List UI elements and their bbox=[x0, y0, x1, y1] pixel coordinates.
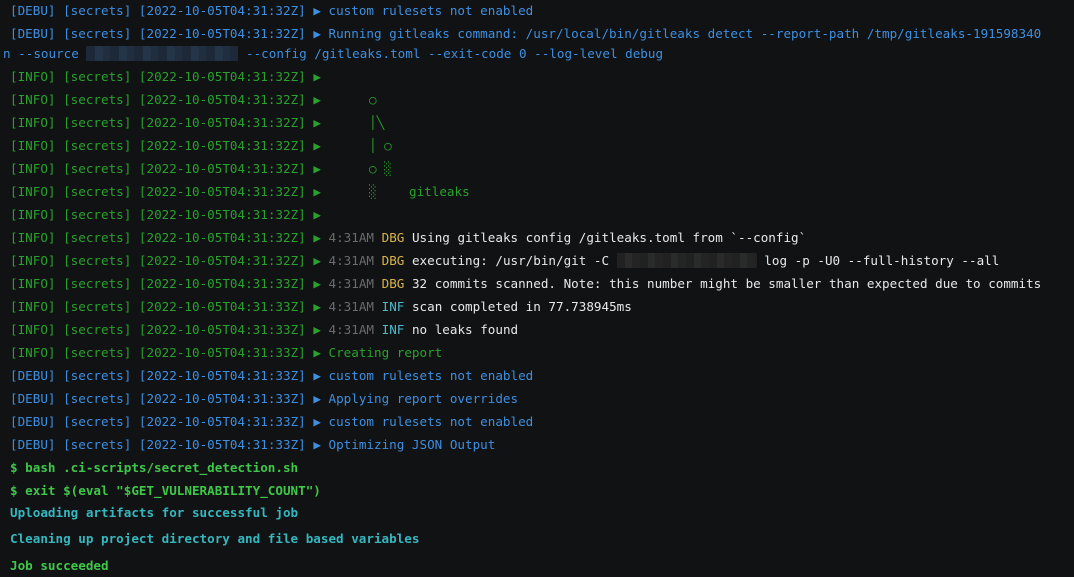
arrow-icon: ▶ bbox=[313, 161, 321, 176]
arrow-icon: ▶ bbox=[313, 345, 321, 360]
gitleaks-logo-row: │ ○ bbox=[369, 138, 392, 153]
log-prefix: [DEBU] [secrets] bbox=[10, 3, 132, 18]
arrow-icon: ▶ bbox=[313, 26, 321, 41]
arrow-icon: ▶ bbox=[313, 391, 321, 406]
arrow-icon: ▶ bbox=[313, 3, 321, 18]
arrow-icon: ▶ bbox=[313, 322, 321, 337]
arrow-icon: ▶ bbox=[313, 184, 321, 199]
log-line: [INFO] [secrets] [2022-10-05T04:31:32Z] … bbox=[10, 253, 1000, 268]
gitleaks-logo-text: gitleaks bbox=[409, 184, 470, 199]
log-line: [INFO] [secrets] [2022-10-05T04:31:32Z] … bbox=[10, 207, 321, 222]
log-message: n --source bbox=[3, 46, 79, 61]
log-line: [INFO] [secrets] [2022-10-05T04:31:33Z] … bbox=[10, 276, 1042, 291]
log-line: [DEBU] [secrets] [2022-10-05T04:31:33Z] … bbox=[10, 437, 496, 452]
log-line: [INFO] [secrets] [2022-10-05T04:31:32Z] … bbox=[10, 230, 807, 245]
log-line: [INFO] [secrets] [2022-10-05T04:31:33Z] … bbox=[10, 299, 632, 314]
log-timestamp: [2022-10-05T04:31:32Z] bbox=[138, 3, 306, 18]
arrow-icon: ▶ bbox=[313, 115, 321, 130]
log-timestamp: [2022-10-05T04:31:32Z] bbox=[138, 26, 306, 41]
log-line: [INFO] [secrets] [2022-10-05T04:31:33Z] … bbox=[10, 345, 443, 360]
log-message: --config /gitleaks.toml --exit-code 0 --… bbox=[246, 46, 664, 61]
log-line: [DEBU] [secrets] [2022-10-05T04:31:33Z] … bbox=[10, 414, 534, 429]
terminal-log: [DEBU] [secrets] [2022-10-05T04:31:32Z] … bbox=[0, 0, 1074, 577]
arrow-icon: ▶ bbox=[313, 276, 321, 291]
arrow-icon: ▶ bbox=[313, 299, 321, 314]
log-line: [INFO] [secrets] [2022-10-05T04:31:32Z] … bbox=[10, 161, 321, 176]
log-line: [INFO] [secrets] [2022-10-05T04:31:32Z] … bbox=[10, 184, 321, 199]
arrow-icon: ▶ bbox=[313, 368, 321, 383]
log-message: custom rulesets not enabled bbox=[328, 3, 534, 18]
arrow-icon: ▶ bbox=[313, 437, 321, 452]
job-status: Job succeeded bbox=[10, 558, 109, 573]
arrow-icon: ▶ bbox=[313, 253, 321, 268]
log-line-continued: n --source --config /gitleaks.toml --exi… bbox=[3, 46, 1074, 62]
arrow-icon: ▶ bbox=[313, 414, 321, 429]
arrow-icon: ▶ bbox=[313, 138, 321, 153]
gitleaks-logo-row: ○ ░ bbox=[369, 161, 392, 176]
gitleaks-logo-row: ░ bbox=[369, 184, 377, 199]
log-line: [INFO] [secrets] [2022-10-05T04:31:33Z] … bbox=[10, 322, 519, 337]
arrow-icon: ▶ bbox=[313, 69, 321, 84]
log-message: Running gitleaks command: /usr/local/bin… bbox=[328, 26, 1042, 41]
log-line: [DEBU] [secrets] [2022-10-05T04:31:33Z] … bbox=[10, 368, 534, 383]
log-line: [DEBU] [secrets] [2022-10-05T04:31:33Z] … bbox=[10, 391, 519, 406]
section-header: Uploading artifacts for successful job bbox=[10, 505, 299, 520]
log-line: [INFO] [secrets] [2022-10-05T04:31:32Z] … bbox=[10, 92, 321, 107]
log-line: [INFO] [secrets] [2022-10-05T04:31:32Z] … bbox=[10, 115, 321, 130]
log-line: [DEBU] [secrets] [2022-10-05T04:31:32Z] … bbox=[10, 26, 1074, 42]
gitleaks-logo-row: ○ bbox=[369, 92, 377, 107]
shell-command: $ bash .ci-scripts/secret_detection.sh bbox=[10, 460, 299, 475]
log-line: [INFO] [secrets] [2022-10-05T04:31:32Z] … bbox=[10, 69, 321, 84]
arrow-icon: ▶ bbox=[313, 207, 321, 222]
arrow-icon: ▶ bbox=[313, 230, 321, 245]
arrow-icon: ▶ bbox=[313, 92, 321, 107]
shell-command: $ exit $(eval "$GET_VULNERABILITY_COUNT"… bbox=[10, 483, 321, 498]
section-header: Cleaning up project directory and file b… bbox=[10, 531, 420, 546]
redacted-source bbox=[86, 46, 239, 61]
log-line: [INFO] [secrets] [2022-10-05T04:31:32Z] … bbox=[10, 138, 321, 153]
log-line: [DEBU] [secrets] [2022-10-05T04:31:32Z] … bbox=[10, 3, 1074, 19]
gitleaks-logo-row: │╲ bbox=[369, 115, 385, 130]
redacted-path bbox=[616, 253, 757, 268]
log-prefix: [DEBU] [secrets] bbox=[10, 26, 132, 41]
